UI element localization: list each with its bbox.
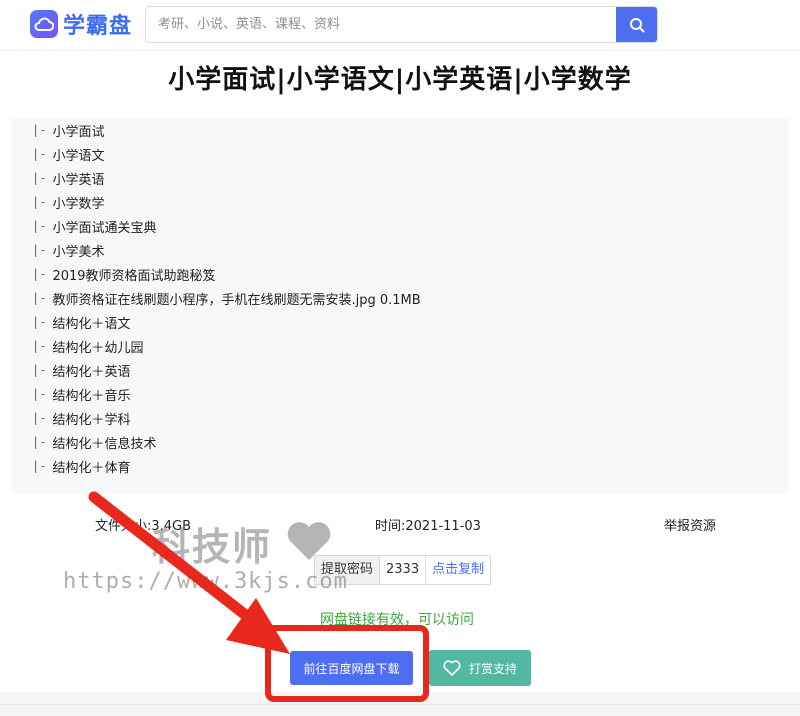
- list-item: |- 结构化＋幼儿园: [32, 339, 144, 356]
- logo-text: 学霸盘: [63, 14, 133, 39]
- list-item: |- 结构化＋信息技术: [32, 435, 157, 452]
- site-header: 学霸盘: [0, 0, 800, 50]
- watermark-heart-icon: [287, 522, 331, 560]
- list-item: |- 小学面试: [32, 123, 105, 140]
- search-input[interactable]: [146, 7, 616, 42]
- annotation-highlight-box: [265, 625, 429, 702]
- support-label: 打赏支持: [468, 661, 517, 676]
- watermark-url: https://www.3kjs.com: [63, 569, 348, 594]
- list-item: |- 小学语文: [32, 147, 105, 164]
- search-button[interactable]: [616, 7, 657, 42]
- list-item: |- 小学英语: [32, 171, 105, 188]
- list-item: |- 教师资格证在线刷题小程序，手机在线刷题无需安装.jpg 0.1MB: [32, 291, 421, 308]
- list-item: |- 小学美术: [32, 243, 105, 260]
- page-title: 小学面试|小学语文|小学英语|小学数学: [168, 65, 632, 95]
- site-logo[interactable]: 学霸盘: [30, 8, 132, 40]
- search-box: [145, 6, 658, 43]
- list-item: |- 小学面试通关宝典: [32, 219, 157, 236]
- list-item: |- 小学数学: [32, 195, 105, 212]
- watermark-brand: 科技师: [152, 525, 273, 569]
- resource-card: 小学面试|小学语文|小学英语|小学数学 |- 小学面试 |- 小学语文 |- 小学英语…: [0, 50, 800, 692]
- list-item: |- 结构化＋学科: [32, 411, 131, 428]
- heart-icon: [443, 660, 461, 676]
- page-footer-strip: [0, 704, 800, 716]
- extract-code-value: 2333: [380, 556, 427, 584]
- list-item: |- 结构化＋英语: [32, 363, 131, 380]
- copy-code-button[interactable]: 点击复制: [426, 556, 490, 584]
- report-link[interactable]: 举报资源: [664, 515, 716, 534]
- upload-time: 时间:2021-11-03: [375, 519, 481, 534]
- list-item: |- 结构化＋体育: [32, 459, 131, 476]
- support-button[interactable]: 打赏支持: [429, 650, 531, 686]
- cloud-icon: [30, 10, 58, 38]
- list-item: |- 2019教师资格面试助跑秘笈: [32, 267, 216, 284]
- search-icon: [629, 17, 644, 32]
- list-item: |- 结构化＋音乐: [32, 387, 131, 404]
- file-list: |- 小学面试 |- 小学语文 |- 小学英语 |- 小学数学 |- 小学面试通关宝典 |…: [12, 118, 788, 494]
- list-item: |- 结构化＋语文: [32, 315, 131, 332]
